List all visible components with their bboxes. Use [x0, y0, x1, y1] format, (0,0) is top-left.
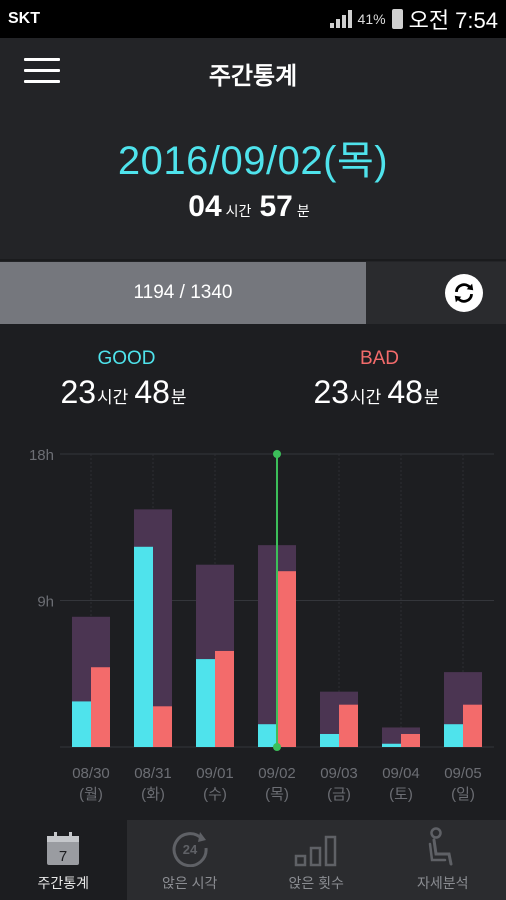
tab-posture-analysis[interactable]: 자세분석	[380, 820, 506, 900]
x-tick-weekday: (화)	[141, 786, 165, 803]
bar-bad	[401, 733, 420, 747]
weekly-chart[interactable]: 18h 9h 08/30 (월) 08/31 (화) 09/01 (수) 09/02 (목) 09/…	[0, 430, 506, 815]
bar-chart-icon	[295, 835, 337, 867]
clock-24-icon: 24	[172, 832, 208, 867]
bar-bad	[339, 704, 358, 747]
menu-icon[interactable]	[24, 58, 60, 88]
selected-date: 2016/09/02(목)	[117, 139, 389, 183]
calendar-icon: 7	[47, 832, 80, 865]
bar-good	[382, 743, 401, 747]
signal-icon	[329, 10, 352, 28]
x-tick-label: 09/01	[196, 765, 234, 782]
tab-sitting-count[interactable]: 앉은 횟수	[253, 820, 380, 900]
selected-day-bottom-dot	[273, 743, 281, 751]
status-bar: SKT 41% 오전 7:54	[0, 0, 506, 38]
x-tick-weekday: (목)	[265, 786, 289, 803]
tab-label: 앉은 횟수	[288, 875, 344, 891]
bad-minutes-unit: 분	[423, 388, 440, 407]
battery-icon	[391, 9, 403, 29]
bar-bad	[277, 571, 296, 747]
selected-duration: 04 시간 57 분	[0, 190, 506, 224]
bad-label: BAD	[359, 348, 400, 369]
app-bar: 주간통계	[0, 38, 506, 108]
x-tick-label: 09/02	[258, 765, 296, 782]
calendar-badge: 7	[59, 848, 67, 865]
good-minutes-unit: 분	[170, 388, 187, 407]
good-minutes: 48	[134, 374, 170, 410]
x-tick-weekday: (일)	[451, 786, 475, 803]
bar-good	[134, 546, 153, 747]
page-title: 주간통계	[208, 62, 298, 90]
x-tick-label: 09/05	[444, 765, 482, 782]
x-tick-weekday: (금)	[327, 786, 351, 803]
tab-label: 주간통계	[37, 875, 90, 891]
good-label: GOOD	[97, 348, 156, 369]
x-tick-label: 08/30	[72, 765, 110, 782]
refresh-icon	[454, 283, 474, 303]
bar-good	[258, 724, 277, 747]
selected-day-top-dot	[273, 450, 281, 458]
good-value: 23시간 48분	[0, 374, 253, 411]
bar-good	[444, 724, 463, 747]
divider	[0, 259, 506, 261]
bad-hours: 23	[313, 374, 350, 410]
refresh-button[interactable]	[445, 274, 483, 312]
good-stat: GOOD 23시간 48분	[0, 348, 253, 411]
x-tick-weekday: (월)	[79, 786, 103, 803]
status-indicators: 41% 오전 7:54	[329, 3, 498, 35]
bad-hours-unit: 시간	[350, 388, 382, 407]
y-tick-label: 18h	[29, 447, 54, 464]
bar-bad	[153, 706, 172, 747]
tab-sitting-time[interactable]: 24 앉은 시각	[127, 820, 254, 900]
duration-hours: 04	[188, 190, 222, 223]
tab-weekly-stats[interactable]: 7 주간통계	[0, 820, 127, 900]
tab-bar: 7 주간통계 24 앉은 시각 앉은 횟수 자세분석	[0, 820, 506, 900]
bar-bad	[463, 704, 482, 747]
x-tick-label: 08/31	[134, 765, 172, 782]
duration-hours-unit: 시간	[225, 203, 252, 219]
x-tick-weekday: (수)	[203, 786, 227, 803]
tab-label: 앉은 시각	[162, 875, 218, 891]
x-tick-label: 09/03	[320, 765, 358, 782]
tab-label: 자세분석	[416, 875, 469, 891]
duration-minutes: 57	[259, 190, 293, 223]
bar-bad	[91, 667, 110, 747]
bad-value: 23시간 48분	[253, 374, 506, 411]
x-tick-weekday: (토)	[389, 786, 413, 803]
carrier-name: SKT	[8, 10, 40, 27]
good-hours-unit: 시간	[97, 388, 129, 407]
duration-minutes-unit: 분	[296, 203, 310, 219]
bar-bad	[215, 650, 234, 747]
x-tick-label: 09/04	[382, 765, 420, 782]
progress-text: 1194 / 1340	[133, 282, 233, 303]
bar-good	[72, 701, 91, 747]
sitting-person-icon	[428, 827, 453, 866]
bar-good	[196, 659, 215, 747]
progress-row: 1194 / 1340	[0, 262, 506, 324]
clock-badge: 24	[183, 842, 198, 857]
battery-percent: 41%	[357, 11, 386, 27]
bad-stat: BAD 23시간 48분	[253, 348, 506, 411]
status-clock: 오전 7:54	[408, 8, 498, 33]
bad-minutes: 48	[387, 374, 423, 410]
y-tick-label: 9h	[37, 594, 54, 611]
bar-good	[320, 733, 339, 747]
good-hours: 23	[60, 374, 97, 410]
